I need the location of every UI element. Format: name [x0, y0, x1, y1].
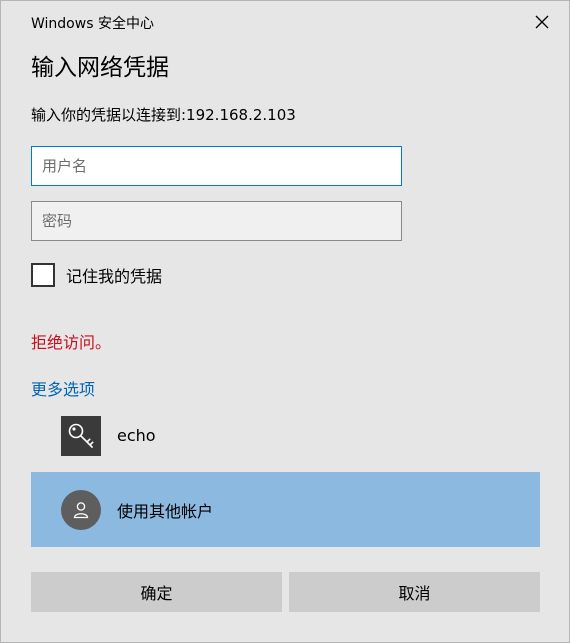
remember-credentials-toggle[interactable]: 记住我的凭据 — [31, 263, 162, 287]
account-label-echo: echo — [117, 426, 156, 445]
credential-dialog: Windows 安全中心 输入网络凭据 输入你的凭据以连接到:192.168.2… — [0, 0, 570, 643]
key-icon — [61, 415, 101, 456]
remember-label: 记住我的凭据 — [66, 267, 163, 286]
password-input[interactable] — [31, 201, 402, 241]
account-label-other: 使用其他帐户 — [117, 501, 214, 521]
user-icon — [61, 489, 101, 530]
dialog-heading: 输入网络凭据 — [31, 55, 169, 81]
close-button[interactable] — [529, 9, 555, 35]
ok-button[interactable]: 确定 — [31, 572, 282, 612]
error-message: 拒绝访问。 — [31, 333, 112, 352]
account-option-echo[interactable]: echo — [31, 398, 540, 473]
cancel-button[interactable]: 取消 — [289, 572, 540, 612]
remember-checkbox[interactable] — [31, 263, 55, 287]
connection-prompt: 输入你的凭据以连接到:192.168.2.103 — [31, 106, 296, 124]
more-options-link[interactable]: 更多选项 — [31, 376, 95, 400]
window-title: Windows 安全中心 — [31, 16, 154, 32]
username-input[interactable] — [31, 146, 402, 186]
close-icon — [535, 15, 549, 29]
account-option-other[interactable]: 使用其他帐户 — [31, 472, 540, 547]
